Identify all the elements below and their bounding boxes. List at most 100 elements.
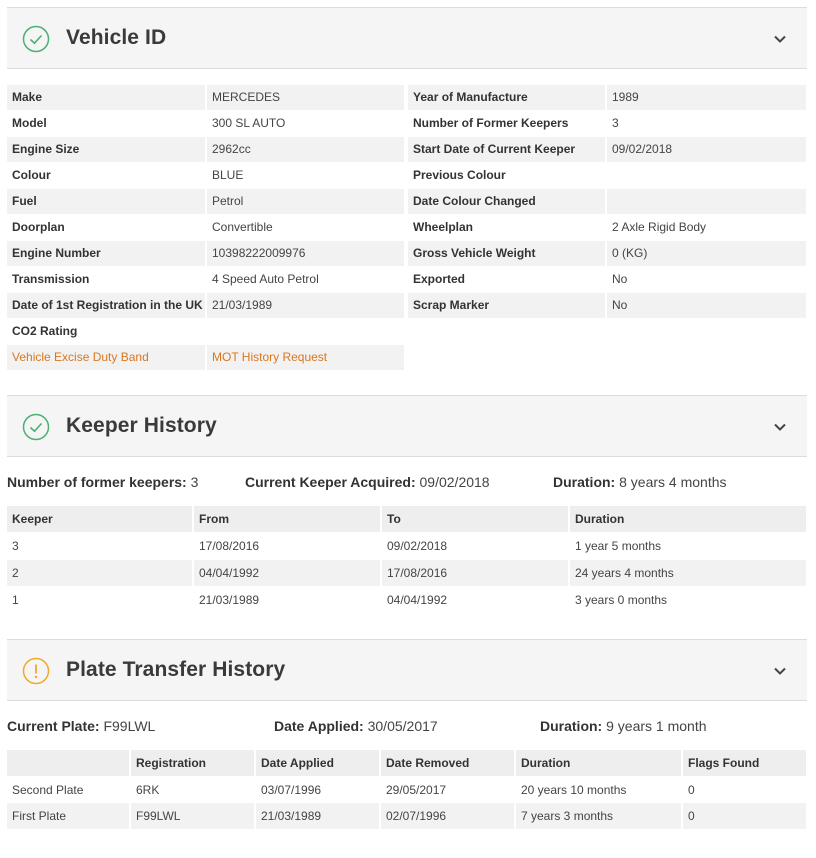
table-cell: 04/04/1992: [387, 593, 448, 607]
column-header: Keeper: [7, 506, 192, 532]
column-header: Flags Found: [683, 750, 806, 776]
keeper-history-panel-header[interactable]: Keeper History: [7, 395, 807, 457]
detail-value: 2 Axle Rigid Body: [612, 220, 707, 234]
detail-key: Gross Vehicle Weight: [408, 241, 605, 266]
detail-key: Wheelplan: [413, 220, 474, 234]
keeper-history-title: Keeper History: [66, 414, 217, 437]
detail-value: 1989: [607, 85, 806, 110]
table-cell: 6RK: [136, 783, 160, 797]
date-applied-value: 30/05/2017: [367, 718, 438, 734]
plate-transfer-title: Plate Transfer History: [66, 658, 286, 681]
detail-value: Petrol: [207, 189, 404, 214]
current-plate-label: Current Plate:: [7, 718, 100, 734]
table-row: First Plate F99LWL 21/03/1989 02/07/1996…: [7, 803, 806, 829]
table-cell: First Plate: [7, 803, 129, 829]
detail-key: Exported: [413, 272, 466, 286]
chevron-down-icon[interactable]: [773, 420, 787, 434]
detail-value: 0 (KG): [607, 241, 806, 266]
detail-value: 21/03/1989: [207, 293, 404, 318]
detail-value: 3: [612, 116, 619, 130]
detail-row: Fuel Petrol: [7, 189, 404, 214]
detail-row: Gross Vehicle Weight 0 (KG): [408, 241, 806, 266]
chevron-down-icon[interactable]: [773, 32, 787, 46]
detail-row: Wheelplan 2 Axle Rigid Body: [408, 215, 806, 240]
detail-value: [207, 319, 404, 344]
detail-key: Colour: [12, 168, 51, 182]
table-cell: 21/03/1989: [256, 803, 379, 829]
table-cell: F99LWL: [131, 803, 254, 829]
table-cell: 29/05/2017: [386, 783, 447, 797]
detail-value: [607, 163, 806, 188]
table-cell: 1: [12, 593, 19, 607]
chevron-down-icon[interactable]: [773, 664, 787, 678]
detail-value: MERCEDES: [207, 85, 404, 110]
keeper-acquired-label: Current Keeper Acquired:: [245, 474, 416, 490]
table-cell: 02/07/1996: [381, 803, 514, 829]
plate-duration-label: Duration:: [540, 718, 603, 734]
table-row: Second Plate 6RK 03/07/1996 29/05/2017 2…: [7, 777, 806, 803]
column-header: To: [382, 506, 568, 532]
detail-key: CO2 Rating: [12, 324, 78, 338]
table-cell: 7 years 3 months: [516, 803, 681, 829]
table-row: 2 04/04/1992 17/08/2016 24 years 4 month…: [7, 560, 806, 586]
keeper-acquired-value: 09/02/2018: [419, 474, 490, 490]
current-plate-summary: Current Plate: F99LWL: [7, 718, 155, 734]
table-cell: 20 years 10 months: [521, 783, 627, 797]
plate-duration-summary: Duration: 9 years 1 month: [540, 718, 707, 734]
table-row: 1 21/03/1989 04/04/1992 3 years 0 months: [7, 587, 806, 613]
detail-key: Model: [12, 116, 47, 130]
table-cell: 17/08/2016: [199, 539, 260, 553]
detail-value: No: [612, 272, 628, 286]
detail-row: CO2 Rating: [7, 319, 404, 344]
detail-key: Date of 1st Registration in the UK: [7, 293, 205, 318]
detail-row: Previous Colour: [408, 163, 806, 188]
table-cell: 0: [683, 803, 806, 829]
former-keepers-label: Number of former keepers:: [7, 474, 187, 490]
table-cell: 0: [688, 783, 695, 797]
keeper-duration-value: 8 years 4 months: [619, 474, 727, 490]
keeper-duration-label: Duration:: [553, 474, 616, 490]
table-cell: 24 years 4 months: [570, 560, 806, 586]
detail-key: Scrap Marker: [408, 293, 605, 318]
detail-key: Transmission: [12, 272, 90, 286]
date-applied-summary: Date Applied: 30/05/2017: [274, 718, 438, 734]
vehicle-id-title: Vehicle ID: [66, 26, 167, 49]
detail-row: Scrap Marker No: [408, 293, 806, 318]
detail-value: 4 Speed Auto Petrol: [212, 272, 319, 286]
table-cell: Second Plate: [12, 783, 84, 797]
column-header: Duration: [516, 750, 681, 776]
check-circle-icon: [22, 413, 50, 441]
detail-key: Make: [7, 85, 205, 110]
vehicle-details-grid: Make MERCEDES Model 300 SL AUTO Engine S…: [7, 85, 807, 371]
mot-history-link[interactable]: MOT History Request: [207, 345, 404, 370]
table-cell: 3 years 0 months: [575, 593, 668, 607]
detail-value: BLUE: [212, 168, 244, 182]
detail-row: Model 300 SL AUTO: [7, 111, 404, 136]
detail-row: Engine Size 2962cc: [7, 137, 404, 162]
table-cell: 04/04/1992: [194, 560, 380, 586]
table-row: 3 17/08/2016 09/02/2018 1 year 5 months: [7, 533, 806, 559]
detail-key: Start Date of Current Keeper: [408, 137, 605, 162]
detail-value: 2962cc: [207, 137, 404, 162]
detail-key: Engine Size: [7, 137, 205, 162]
detail-value: No: [607, 293, 806, 318]
column-header: From: [194, 506, 380, 532]
vehicle-id-panel-header[interactable]: Vehicle ID: [7, 7, 807, 69]
table-cell: 21/03/1989: [199, 593, 260, 607]
table-cell: 17/08/2016: [382, 560, 568, 586]
detail-key: Doorplan: [12, 220, 65, 234]
detail-row: Exported No: [408, 267, 806, 292]
detail-row: Date of 1st Registration in the UK 21/03…: [7, 293, 404, 318]
table-header-row: Keeper From To Duration: [7, 506, 806, 532]
ved-band-link[interactable]: Vehicle Excise Duty Band: [7, 345, 205, 370]
detail-key: Number of Former Keepers: [413, 116, 569, 130]
former-keepers-value: 3: [190, 474, 199, 490]
check-circle-icon: [22, 25, 50, 53]
detail-row: Doorplan Convertible: [7, 215, 404, 240]
plate-transfer-panel-header[interactable]: Plate Transfer History: [7, 639, 807, 701]
detail-value: Convertible: [212, 220, 273, 234]
detail-row: Vehicle Excise Duty Band MOT History Req…: [7, 345, 404, 370]
column-header: Date Removed: [381, 750, 514, 776]
detail-value: 10398222009976: [207, 241, 404, 266]
detail-row: Colour BLUE: [7, 163, 404, 188]
